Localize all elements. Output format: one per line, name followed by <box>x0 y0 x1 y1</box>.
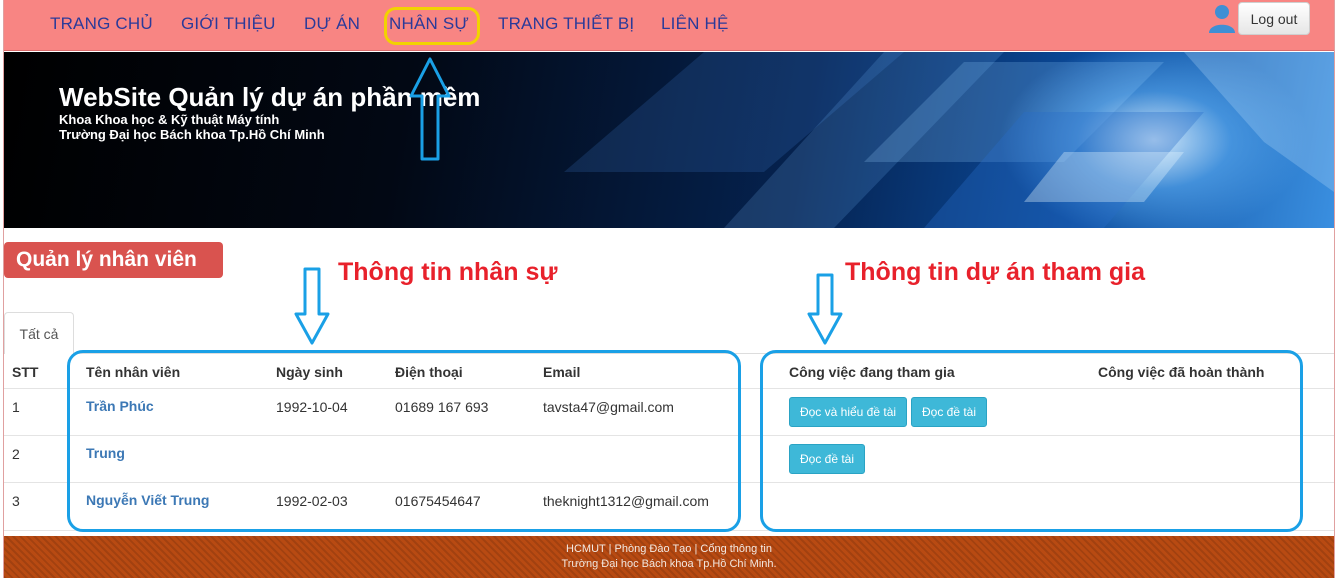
faculty-subtitle: Khoa Khoa học & Kỹ thuật Máy tính <box>59 112 280 127</box>
row-stt: 2 <box>12 446 20 462</box>
personnel-highlight-outline <box>384 7 480 45</box>
personnel-info-annotation-box <box>67 350 741 532</box>
footer-links: HCMUT | Phòng Đào Tạo | Cổng thông tin <box>4 543 1334 555</box>
user-icon <box>1209 5 1235 33</box>
annotation-project-info: Thông tin dự án tham gia <box>845 258 1146 286</box>
footer-link-portal[interactable]: Cổng thông tin <box>700 543 772 555</box>
top-navbar: TRANG CHỦ GIỚI THIỆU DỰ ÁN NHÂN SỰ TRANG… <box>4 0 1334 51</box>
down-arrow-annotation-icon <box>294 267 330 345</box>
row-stt: 3 <box>12 493 20 509</box>
footer-university: Trường Đại học Bách khoa Tp.Hồ Chí Minh. <box>561 558 777 570</box>
university-subtitle: Trường Đại học Bách khoa Tp.Hồ Chí Minh <box>59 127 325 142</box>
nav-item-equipment[interactable]: TRANG THIẾT BỊ <box>498 14 634 34</box>
project-info-annotation-box <box>760 350 1303 532</box>
logout-button[interactable]: Log out <box>1238 2 1310 35</box>
nav-item-projects[interactable]: DỰ ÁN <box>304 14 360 34</box>
footer-separator: | <box>608 543 612 555</box>
down-arrow-annotation-icon <box>807 273 843 345</box>
header-banner: WebSite Quản lý dự án phần mềm Khoa Khoa… <box>4 52 1334 228</box>
nav-item-about[interactable]: GIỚI THIỆU <box>181 14 276 34</box>
footer: HCMUT | Phòng Đào Tạo | Cổng thông tin T… <box>4 536 1334 578</box>
column-header-stt: STT <box>12 364 39 380</box>
footer-link-hcmut[interactable]: HCMUT <box>566 543 606 555</box>
footer-separator: | <box>694 543 698 555</box>
up-arrow-annotation-icon <box>409 57 451 161</box>
nav-item-contact[interactable]: LIÊN HỆ <box>661 14 729 34</box>
row-stt: 1 <box>12 399 20 415</box>
nav-item-home[interactable]: TRANG CHỦ <box>50 14 153 34</box>
annotation-personnel-info: Thông tin nhân sự <box>338 258 558 286</box>
page-title: Quản lý nhân viên <box>4 242 223 278</box>
footer-link-training-office[interactable]: Phòng Đào Tạo <box>615 543 692 555</box>
tab-all[interactable]: Tất cả <box>4 312 74 354</box>
